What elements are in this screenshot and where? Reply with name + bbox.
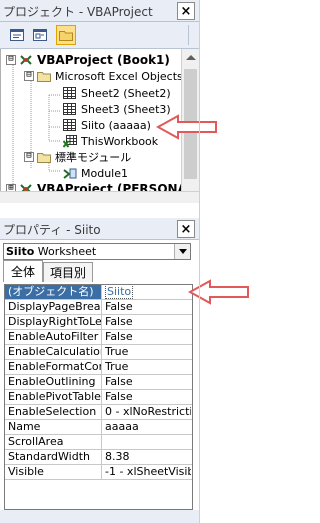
property-value[interactable]: 0 - xlNoRestrictions	[105, 405, 191, 419]
tab-categorized[interactable]: 項目別	[43, 262, 93, 282]
annotation-arrow-icon	[156, 114, 217, 140]
tree-item-label: 標準モジュール	[55, 151, 132, 164]
tree-item-label: VBAProject (PERSONAL.XLSB)	[37, 182, 181, 191]
property-value[interactable]: False	[105, 330, 191, 344]
properties-title-bar: プロパティ - Siito ×	[0, 218, 199, 240]
tree-item-label: ThisWorkbook	[81, 134, 159, 148]
folder-open-icon	[37, 70, 51, 83]
tree-item-project-personal[interactable]: ⊞ VBAProject (PERSONAL.XLSB)	[6, 181, 181, 191]
properties-pane-footer	[0, 510, 199, 523]
property-row-object-name[interactable]: (オブジェクト名) Siito	[5, 285, 192, 300]
property-value[interactable]: 8.38	[105, 450, 191, 464]
property-value[interactable]: -1 - xlSheetVisible	[105, 465, 191, 479]
tree-item-label: Sheet2 (Sheet2)	[81, 86, 171, 100]
property-row[interactable]: Visible -1 - xlSheetVisible	[5, 465, 192, 480]
expand-toggle[interactable]: ⊞	[6, 184, 16, 191]
property-row[interactable]: DisplayRightToLeft False	[5, 315, 192, 330]
property-row[interactable]: EnableCalculation True	[5, 345, 192, 360]
collapse-toggle[interactable]: ⊟	[24, 152, 34, 162]
project-explorer-close-button[interactable]: ×	[177, 2, 195, 20]
module-icon	[63, 167, 77, 180]
toggle-folders-icon[interactable]	[56, 25, 76, 45]
tree-item-sheet2[interactable]: Sheet2 (Sheet2)	[63, 85, 171, 101]
collapse-toggle[interactable]: ⊟	[6, 55, 16, 65]
workbook-icon	[62, 134, 77, 148]
property-row[interactable]: Name aaaaa	[5, 420, 192, 435]
property-name: ScrollArea	[5, 435, 102, 449]
property-name: EnableOutlining	[5, 375, 102, 389]
property-value-text[interactable]: Siito	[105, 285, 134, 299]
scroll-up-arrow-icon[interactable]	[186, 55, 196, 60]
tree-item-label: Microsoft Excel Objects	[55, 69, 181, 83]
toolbar-overflow-grip[interactable]	[188, 25, 197, 45]
project-explorer-title: プロジェクト - VBAProject	[3, 5, 153, 19]
project-tree: ⊟ VBAProject (Book1) ⊟ Microsoft Excel O…	[0, 49, 181, 191]
property-value[interactable]: aaaaa	[105, 420, 191, 434]
property-row[interactable]: EnableSelection 0 - xlNoRestrictions	[5, 405, 192, 420]
collapse-toggle[interactable]: ⊟	[24, 71, 34, 81]
object-selector-value: Siito Worksheet	[6, 245, 96, 258]
pane-border	[199, 0, 200, 523]
property-name: StandardWidth	[5, 450, 102, 464]
property-name: EnableCalculation	[5, 345, 102, 359]
view-code-icon[interactable]	[7, 25, 27, 45]
property-name: EnableFormatConditionsCalculation	[5, 360, 102, 374]
property-row[interactable]: ScrollArea	[5, 435, 192, 450]
tree-item-thisworkbook[interactable]: ThisWorkbook	[62, 133, 159, 149]
properties-title: プロパティ - Siito	[3, 223, 101, 237]
property-value[interactable]: True	[105, 360, 191, 374]
property-value[interactable]: False	[105, 300, 191, 314]
property-name: Name	[5, 420, 102, 434]
tree-item-label: Siito (aaaaa)	[81, 118, 151, 132]
property-name: EnableSelection	[5, 405, 102, 419]
folder-open-icon	[37, 151, 51, 164]
vba-project-icon	[19, 183, 33, 191]
property-name: (オブジェクト名)	[5, 285, 102, 299]
properties-grid: (オブジェクト名) Siito DisplayPageBreaks False …	[4, 284, 193, 510]
property-value[interactable]: Siito	[105, 285, 191, 299]
project-tree-horizontal-scrollbar[interactable]	[0, 191, 199, 203]
property-value[interactable]: False	[105, 375, 191, 389]
property-row[interactable]: StandardWidth 8.38	[5, 450, 192, 465]
tree-item-module1[interactable]: Module1	[63, 165, 128, 181]
tree-item-standard-modules-folder[interactable]: ⊟ 標準モジュール	[24, 149, 131, 165]
property-name: EnableAutoFilter	[5, 330, 102, 344]
object-type: Worksheet	[37, 245, 97, 258]
property-row[interactable]: EnablePivotTable False	[5, 390, 192, 405]
tree-item-project-book1[interactable]: ⊟ VBAProject (Book1)	[6, 52, 170, 68]
tree-item-siito[interactable]: Siito (aaaaa)	[63, 117, 151, 133]
property-name: DisplayPageBreaks	[5, 300, 102, 314]
property-row[interactable]: DisplayPageBreaks False	[5, 300, 192, 315]
property-row[interactable]: EnableFormatConditionsCalculation True	[5, 360, 192, 375]
vba-project-icon	[19, 54, 33, 67]
tree-item-label: Module1	[81, 166, 128, 180]
property-value[interactable]: False	[105, 390, 191, 404]
project-explorer-toolbar	[0, 22, 199, 49]
property-value[interactable]	[105, 435, 191, 449]
property-name: EnablePivotTable	[5, 390, 102, 404]
chevron-down-icon[interactable]	[174, 244, 190, 259]
tab-alphabetic[interactable]: 全体	[3, 260, 43, 282]
property-row[interactable]: EnableAutoFilter False	[5, 330, 192, 345]
property-value[interactable]: True	[105, 345, 191, 359]
tree-item-label: VBAProject (Book1)	[37, 53, 170, 67]
worksheet-icon	[63, 102, 77, 116]
property-value[interactable]: False	[105, 315, 191, 329]
worksheet-icon	[63, 86, 77, 100]
property-row[interactable]: EnableOutlining False	[5, 375, 192, 390]
property-name: DisplayRightToLeft	[5, 315, 102, 329]
worksheet-icon	[63, 118, 77, 132]
property-name: Visible	[5, 465, 102, 479]
object-selector-dropdown[interactable]: Siito Worksheet	[3, 243, 191, 260]
object-name: Siito	[6, 245, 35, 258]
annotation-arrow-icon	[188, 279, 249, 305]
properties-close-button[interactable]: ×	[177, 220, 195, 238]
tree-item-excel-objects-folder[interactable]: ⊟ Microsoft Excel Objects	[24, 68, 181, 84]
tree-item-sheet3[interactable]: Sheet3 (Sheet3)	[63, 101, 171, 117]
project-explorer-title-bar: プロジェクト - VBAProject ×	[0, 0, 199, 22]
view-object-icon[interactable]	[30, 25, 50, 45]
